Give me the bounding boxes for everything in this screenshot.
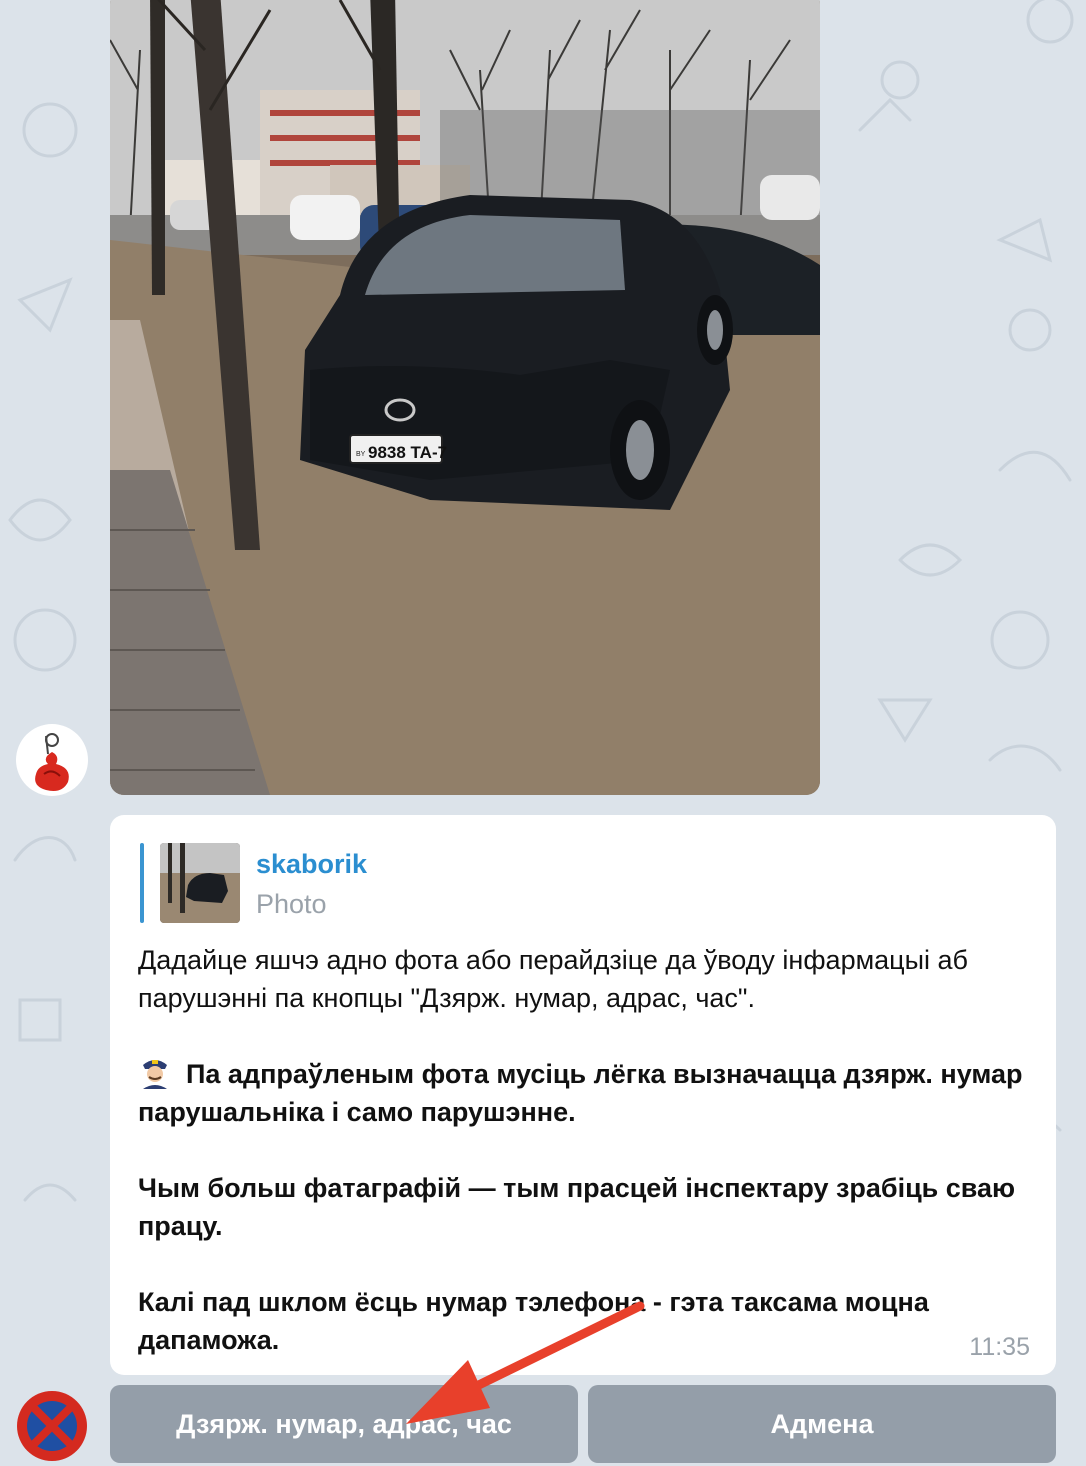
- message-paragraph-3: Чым больш фатаграфій — тым прасцей інспе…: [138, 1173, 1016, 1241]
- reply-preview[interactable]: skaborik Photo: [140, 843, 740, 923]
- bot-avatar-icon[interactable]: [16, 724, 88, 796]
- reply-media-type: Photo: [256, 889, 327, 919]
- reply-thumbnail: [160, 843, 240, 923]
- photo-message[interactable]: BY 9838 TA-7: [110, 0, 820, 795]
- message-text: Дадайце яшчэ адно фота або перайдзіце да…: [138, 941, 1038, 1359]
- message-paragraph-4: Калі пад шклом ёсць нумар тэлефона - гэт…: [138, 1287, 929, 1355]
- plate-address-time-button[interactable]: Дзярж. нумар, адрас, час: [110, 1385, 578, 1463]
- message-paragraph-1: Дадайце яшчэ адно фота або перайдзіце да…: [138, 945, 969, 1013]
- cancel-button[interactable]: Адмена: [588, 1385, 1056, 1463]
- police-officer-emoji: [138, 1055, 172, 1089]
- message-time: 11:35: [969, 1333, 1030, 1361]
- no-stopping-sign-icon[interactable]: [16, 1390, 88, 1462]
- license-plate-text: 9838 TA-7: [368, 443, 447, 462]
- reply-sender-name: skaborik: [256, 849, 368, 879]
- reply-accent-bar: [140, 843, 144, 923]
- bot-message: skaborik Photo Дадайце яшчэ адно фота аб…: [110, 815, 1056, 1375]
- svg-text:BY: BY: [356, 451, 366, 458]
- message-paragraph-2: Па адпраўленым фота мусіць лёгка вызнача…: [138, 1055, 1038, 1131]
